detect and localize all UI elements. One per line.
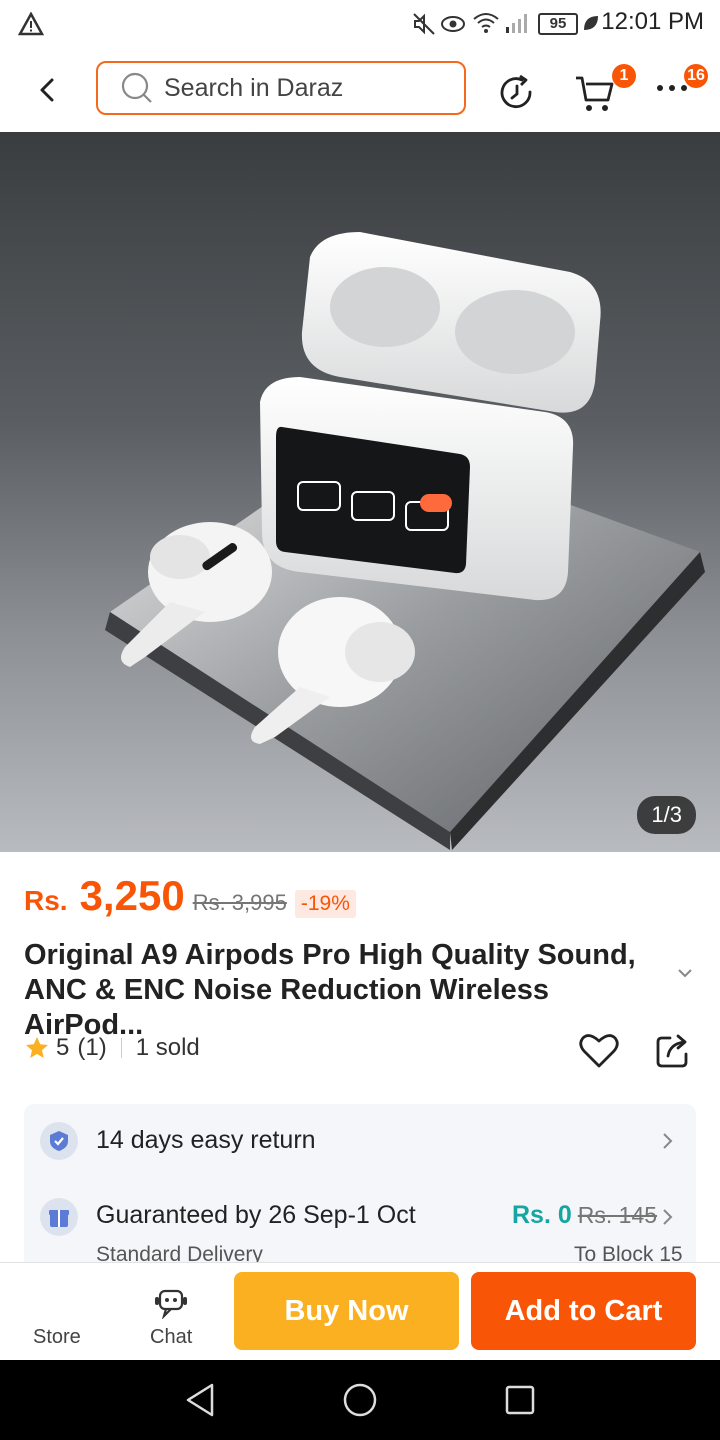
nav-back-icon[interactable] (184, 1382, 216, 1418)
rating-value: 5 (56, 1034, 70, 1061)
delivery-fee-original: Rs. 145 (577, 1202, 658, 1228)
search-input[interactable]: Search in Daraz (96, 61, 466, 115)
system-nav-bar (0, 1360, 720, 1440)
status-bar: 95 12:01 PM (0, 0, 720, 48)
leaf-icon (584, 16, 598, 30)
wifi-icon (473, 13, 499, 33)
back-icon[interactable] (30, 72, 66, 108)
nav-home-icon[interactable] (342, 1382, 378, 1418)
original-price: Rs. 3,995 (192, 890, 287, 915)
discount-badge: -19% (294, 890, 356, 918)
price-row: Rs. 3,250 Rs. 3,995 -19% (24, 872, 356, 920)
product-photo (105, 232, 705, 850)
search-placeholder: Search in Daraz (164, 73, 344, 102)
price: 3,250 (79, 872, 185, 919)
history-icon[interactable] (496, 72, 538, 114)
rating-row[interactable]: 5 (1) 1 sold (24, 1034, 200, 1062)
chat-label[interactable]: Chat (150, 1326, 192, 1349)
delivery-guarantee[interactable]: Guaranteed by 26 Sep-1 Oct (96, 1201, 416, 1230)
product-image[interactable]: 1/3 (0, 132, 720, 852)
chat-bot-icon[interactable] (154, 1287, 188, 1319)
store-label[interactable]: Store (33, 1326, 81, 1349)
share-icon[interactable] (652, 1030, 692, 1070)
chevron-right-icon[interactable] (660, 1130, 676, 1152)
review-count: (1) (77, 1034, 107, 1061)
heart-icon[interactable] (578, 1030, 620, 1072)
delivery-fee[interactable]: Rs. 0 Rs. 145 (512, 1201, 657, 1230)
top-header: Search in Daraz 1 16 (0, 48, 720, 132)
image-counter: 1/3 (637, 796, 696, 834)
warning-icon (18, 12, 44, 36)
mute-icon (413, 13, 435, 35)
chevron-right-icon[interactable] (660, 1206, 676, 1228)
signal-icon (506, 14, 527, 33)
add-to-cart-button[interactable]: Add to Cart (471, 1272, 696, 1350)
battery-icon: 95 (538, 13, 578, 35)
sold-count: 1 sold (135, 1034, 200, 1061)
cart-count-badge: 1 (612, 64, 636, 88)
price-currency: Rs. (24, 885, 68, 916)
chevron-down-icon[interactable] (674, 962, 696, 984)
gift-icon (40, 1198, 78, 1236)
product-title: Original A9 Airpods Pro High Quality Sou… (24, 939, 636, 1041)
delivery-fee-value: Rs. 0 (512, 1201, 572, 1229)
buy-now-button[interactable]: Buy Now (234, 1272, 459, 1350)
shield-check-icon (40, 1122, 78, 1160)
return-policy[interactable]: 14 days easy return (96, 1126, 316, 1155)
star-icon (26, 1037, 48, 1058)
divider (120, 1038, 122, 1058)
clock: 12:01 PM (601, 8, 704, 35)
nav-recents-icon[interactable] (504, 1384, 536, 1416)
eye-icon (441, 16, 465, 32)
more-count-badge: 16 (684, 64, 708, 88)
search-icon (121, 72, 152, 103)
